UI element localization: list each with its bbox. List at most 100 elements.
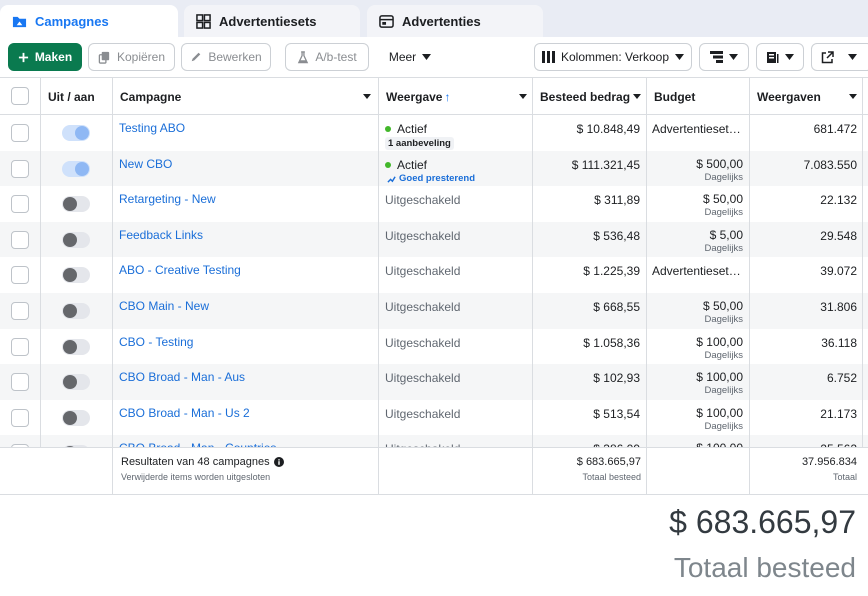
column-header-toggle[interactable]: Uit / aan: [41, 78, 112, 115]
impressions-value: 21.173: [820, 406, 857, 421]
breakdown-dropdown[interactable]: [699, 43, 749, 71]
row-checkbox[interactable]: [11, 373, 29, 392]
column-divider: [378, 78, 379, 447]
impressions-value: 39.072: [820, 264, 857, 279]
tab-bar: Campagnes Advertentiesets Advertenties: [0, 0, 868, 37]
edit-button[interactable]: Bewerken: [181, 43, 271, 71]
campaign-toggle[interactable]: [62, 125, 90, 141]
campaign-toggle[interactable]: [62, 196, 90, 213]
spent-amount: $ 513,54: [593, 406, 640, 421]
row-checkbox[interactable]: [11, 159, 29, 178]
recommendation-badge[interactable]: 1 aanbeveling: [385, 137, 454, 150]
columns-label: Kolommen: Verkoop: [560, 50, 670, 64]
table-row[interactable]: Testing ABO Actief 1 aanbeveling $ 10.848,4…: [0, 115, 868, 151]
campaign-name-link[interactable]: Feedback Links: [119, 228, 203, 242]
toggle-knob: [63, 410, 77, 425]
more-label: Meer: [388, 50, 417, 64]
campaign-name-link[interactable]: CBO Broad - Man - Us 2: [119, 406, 250, 420]
row-checkbox[interactable]: [11, 195, 29, 214]
column-label: Weergave: [386, 89, 443, 104]
ad-icon: [379, 14, 394, 29]
toggle-knob: [63, 304, 77, 318]
toggle-knob: [63, 339, 77, 354]
table-row[interactable]: CBO - Testing Uitgeschakeld $ 1.058,36 $ 10…: [0, 329, 868, 365]
budget-value: $ 100,00: [696, 405, 743, 420]
impressions-value: 6.752: [826, 371, 857, 386]
row-checkbox[interactable]: [11, 230, 29, 249]
info-icon[interactable]: [273, 457, 284, 467]
column-divider: [532, 78, 533, 447]
budget-period: Dagelijks: [704, 420, 743, 432]
column-header-impressions[interactable]: Weergaven: [750, 78, 862, 115]
campaign-name-link[interactable]: New CBO: [119, 157, 172, 171]
table-row[interactable]: CBO Main - New Uitgeschakeld $ 668,55 $ 50,…: [0, 293, 868, 329]
campaign-name-link[interactable]: CBO - Testing: [119, 335, 193, 349]
table-row[interactable]: New CBO Actief Goed presterend $ 111.321,45…: [0, 150, 868, 187]
row-checkbox[interactable]: [11, 124, 29, 142]
table-row[interactable]: CBO Broad - Man - CountriesUitgeschakeld…: [0, 435, 868, 447]
row-checkbox[interactable]: [11, 408, 29, 427]
select-all-checkbox[interactable]: [11, 87, 29, 105]
ab-test-button[interactable]: A/b-test: [285, 43, 369, 71]
campaign-toggle[interactable]: [62, 267, 90, 284]
campaign-toggle[interactable]: [62, 338, 90, 355]
campaign-toggle[interactable]: [62, 303, 90, 319]
breakdown-icon: [710, 51, 723, 63]
more-dropdown[interactable]: Meer: [380, 43, 440, 71]
columns-dropdown[interactable]: Kolommen: Verkoop: [534, 43, 692, 71]
reports-dropdown[interactable]: [756, 43, 804, 71]
budget-value: $ 100,00: [696, 334, 743, 349]
excluded-note: Verwijderde items worden uitgesloten: [121, 472, 271, 482]
campaign-toggle[interactable]: [62, 231, 90, 248]
delivery-status-label: Uitgeschakeld: [385, 300, 461, 314]
spent-amount: $ 10.848,49: [576, 122, 640, 136]
campaign-name-link[interactable]: CBO Main - New: [119, 299, 209, 313]
row-checkbox[interactable]: [11, 266, 29, 285]
total-impressions: 37.956.834: [801, 456, 857, 468]
campaign-name-link[interactable]: CBO Broad - Man - Aus: [119, 370, 245, 384]
export-dropdown[interactable]: [811, 43, 868, 71]
campaign-toggle[interactable]: [62, 160, 90, 177]
grid-icon: [196, 13, 211, 29]
column-header-campaign[interactable]: Campagne: [113, 78, 378, 115]
campaign-name-link[interactable]: ABO - Creative Testing: [119, 263, 241, 277]
campaign-name-link[interactable]: Testing ABO: [119, 121, 185, 135]
delivery-status-label: Actief: [397, 122, 428, 136]
spent-amount: $ 311,89: [594, 193, 640, 208]
tab-ads[interactable]: Advertenties: [367, 5, 543, 37]
impressions-value: 29.548: [820, 228, 857, 243]
delivery-status: Uitgeschakeld: [385, 336, 460, 350]
caret-down-icon: [363, 94, 371, 99]
column-label: Uit / aan: [48, 89, 95, 104]
tab-campaigns[interactable]: Campagnes: [0, 5, 178, 37]
caret-down-icon: [849, 94, 857, 99]
campaign-toggle[interactable]: [62, 374, 90, 391]
pencil-icon: [192, 52, 201, 62]
row-checkbox[interactable]: [11, 337, 29, 356]
caret-down-icon: [422, 54, 432, 60]
report-icon: [767, 51, 779, 63]
total-spent: $ 683.665,97: [576, 456, 641, 468]
caret-down-icon: [848, 54, 857, 60]
impressions-value: 7.083.550: [803, 157, 857, 172]
flask-icon: [298, 50, 309, 63]
campaign-toggle[interactable]: [62, 409, 90, 426]
column-header-delivery[interactable]: Weergave ↑: [379, 78, 532, 115]
campaign-name-link[interactable]: Retargeting - New: [119, 192, 216, 206]
table-row[interactable]: Retargeting - New Uitgeschakeld $ 311,89 $ …: [0, 186, 868, 222]
row-checkbox[interactable]: [11, 302, 29, 320]
budget-value: Advertentiesetbudget: [652, 122, 747, 136]
budget-period: Dagelijks: [704, 314, 743, 325]
column-header-spent[interactable]: Besteed bedrag: [533, 78, 646, 115]
tab-adsets[interactable]: Advertentiesets: [184, 5, 360, 37]
table-row[interactable]: Feedback Links Uitgeschakeld $ 536,48 $ 5,0…: [0, 221, 868, 258]
folder-icon: [12, 14, 27, 29]
table-row[interactable]: CBO Broad - Man - Us 2 Uitgeschakeld $ 513…: [0, 400, 868, 436]
toggle-knob: [63, 197, 77, 212]
create-button[interactable]: Maken: [8, 43, 82, 71]
copy-button[interactable]: Kopiëren: [88, 43, 175, 71]
tab-label: Advertenties: [402, 13, 481, 29]
table-row[interactable]: ABO - Creative Testing Uitgeschakeld $ 1.2…: [0, 257, 868, 293]
column-header-budget[interactable]: Budget: [647, 78, 749, 115]
table-row[interactable]: CBO Broad - Man - Aus Uitgeschakeld $ 102,…: [0, 364, 868, 400]
